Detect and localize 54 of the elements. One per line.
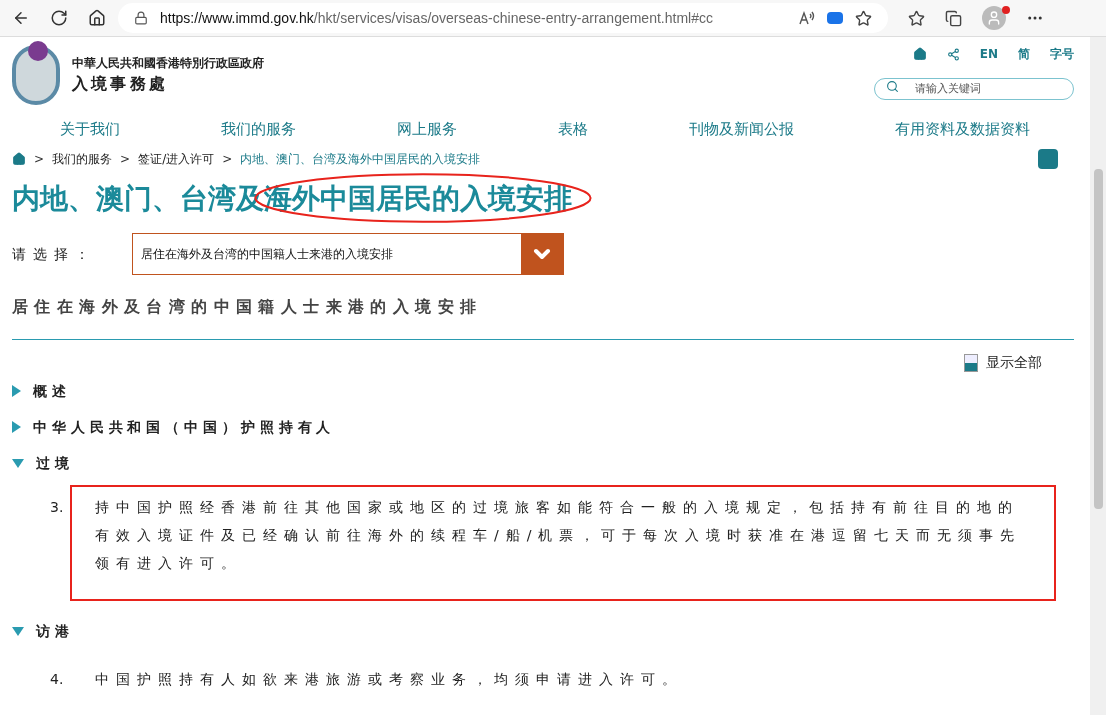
home-icon[interactable] xyxy=(912,47,927,61)
paragraph-number: 4. xyxy=(50,670,65,689)
refresh-icon[interactable] xyxy=(50,9,68,27)
search-field[interactable]: 请输入关键词 xyxy=(874,77,1074,100)
breadcrumb-separator: > xyxy=(34,151,45,168)
back-icon[interactable] xyxy=(12,9,30,27)
expand-triangle-icon[interactable] xyxy=(12,421,21,433)
section-heading[interactable]: 访港 xyxy=(36,620,74,642)
print-icon[interactable] xyxy=(1038,149,1058,169)
lock-icon xyxy=(134,11,148,25)
collapse-triangle-icon[interactable] xyxy=(12,458,24,468)
scrollbar[interactable] xyxy=(1090,37,1106,715)
address-bar[interactable]: https://www.immd.gov.hk/hkt/services/visas/overseas-chinese-entry-arrangement.html#cc xyxy=(118,3,888,33)
breadcrumb-link[interactable]: 内地、澳门、台湾及海外中国居民的入境安排 xyxy=(240,150,481,168)
header-link[interactable]: 简 xyxy=(1018,45,1030,63)
breadcrumb-link[interactable]: 签证/进入许可 xyxy=(138,150,215,168)
nav-link[interactable]: 有用资料及数据资料 xyxy=(895,117,1030,141)
paragraph-text: 中国护照持有人如欲来港旅游或考察业务，均须申请进入许可。 xyxy=(95,670,683,689)
share-icon[interactable] xyxy=(946,47,960,61)
nav-link[interactable]: 关于我们 xyxy=(60,117,120,141)
breadcrumb-link[interactable]: 我们的服务 xyxy=(52,150,113,168)
show-all-icon[interactable] xyxy=(964,353,978,372)
section-heading[interactable]: 概述 xyxy=(33,380,71,402)
collapse-triangle-icon[interactable] xyxy=(12,626,24,636)
favorites-icon[interactable] xyxy=(908,9,925,27)
show-all-button[interactable]: 显示全部 xyxy=(986,352,1042,373)
collections-icon[interactable] xyxy=(945,9,962,27)
paragraph-number: 3. xyxy=(50,498,65,517)
breadcrumb-separator: > xyxy=(222,151,233,168)
header-link[interactable]: 字号 xyxy=(1050,45,1074,63)
section-heading[interactable]: 过境 xyxy=(36,452,74,474)
read-aloud-icon[interactable] xyxy=(799,11,815,25)
expand-triangle-icon[interactable] xyxy=(12,385,21,397)
paragraph-text: 持中国护照经香港前往其他国家或地区的过境旅客如能符合一般的入境规定，包括持有前往目的地的有效入境证件及已经确认前往海外的续程车/船/机票，可于每次入境时获准在港逗留七天而无须事先领有进入许可。 xyxy=(95,498,1023,573)
favorite-add-icon[interactable] xyxy=(855,9,872,27)
home-icon[interactable] xyxy=(88,9,106,27)
search-icon xyxy=(886,80,899,93)
header-link[interactable]: EN xyxy=(979,45,998,63)
nav-link[interactable]: 网上服务 xyxy=(397,117,457,141)
translate-icon[interactable] xyxy=(827,12,843,24)
breadcrumb-separator: > xyxy=(120,151,131,168)
category-select[interactable]: 居住在海外及台湾的中国籍人士来港的入境安排 xyxy=(132,233,564,275)
nav-link[interactable]: 我们的服务 xyxy=(221,117,296,141)
breadcrumb-home-icon[interactable] xyxy=(12,152,26,166)
section-title: 居住在海外及台湾的中国籍人士来港的入境安排 xyxy=(12,296,484,318)
page-title: 海外中国居民的入境安排 xyxy=(264,182,572,215)
department-name: 入境事務處 xyxy=(72,73,169,95)
nav-link[interactable]: 表格 xyxy=(558,117,588,141)
select-label: 请选择： xyxy=(12,244,97,264)
government-name: 中華人民共和國香港特別行政區政府 xyxy=(72,55,264,72)
profile-avatar[interactable] xyxy=(982,6,1006,30)
url-text: https://www.immd.gov.hk/hkt/services/visas/overseas-chinese-entry-arrangement.html#cc xyxy=(160,8,713,28)
section-heading[interactable]: 中华人民共和国（中国）护照持有人 xyxy=(33,416,336,438)
nav-link[interactable]: 刊物及新闻公报 xyxy=(689,117,794,141)
